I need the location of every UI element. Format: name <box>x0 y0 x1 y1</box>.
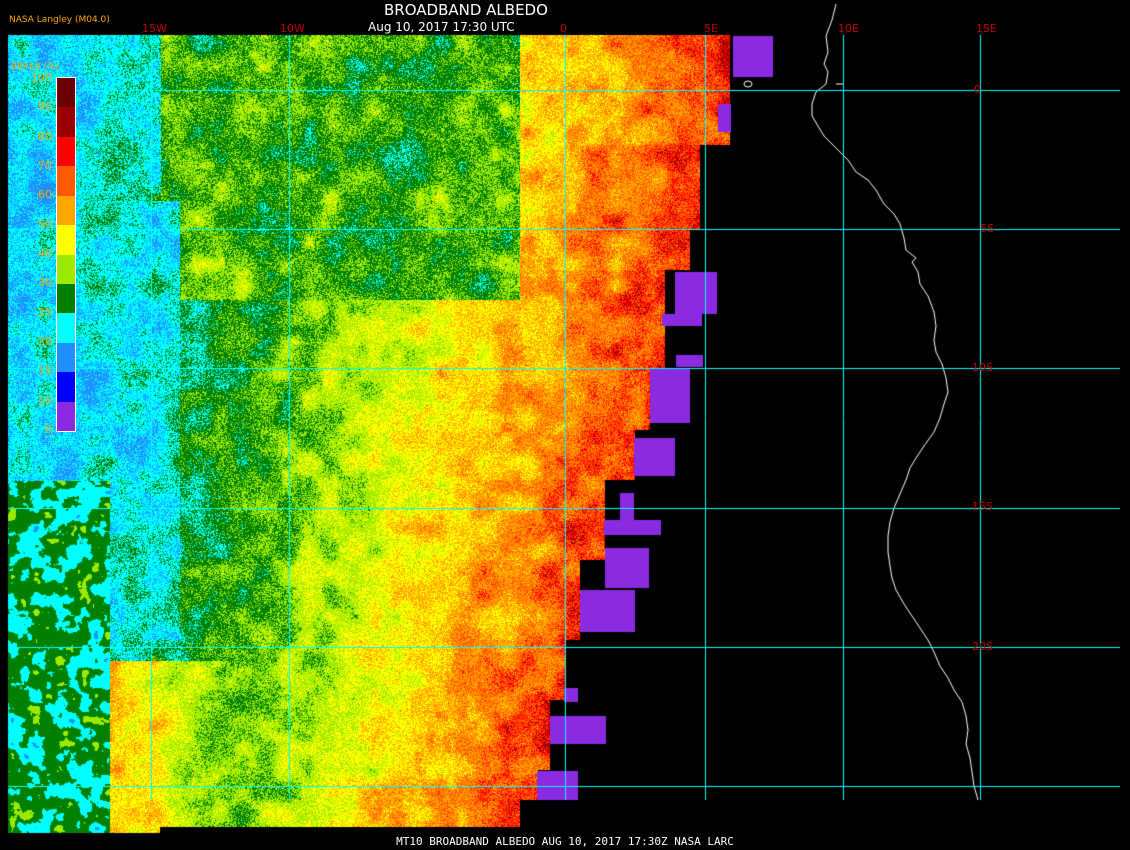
lon-label-15w: 15W <box>142 22 167 35</box>
legend-swatch <box>57 313 75 344</box>
lon-label-0: 0 <box>560 22 567 35</box>
legend-swatch <box>57 136 75 167</box>
legend-swatch <box>57 342 75 373</box>
legend-tick: 20 <box>38 335 52 348</box>
legend-tick: 50 <box>38 217 52 231</box>
legend-colorbar <box>56 77 76 432</box>
lat-label-0: 0 <box>974 83 981 96</box>
legend-tick: 25 <box>38 305 52 319</box>
source-label: NASA Langley (M04.0) <box>9 15 110 25</box>
lon-label-5e: 5E <box>704 22 718 35</box>
legend-tick: 90 <box>38 100 52 114</box>
footer-caption: MT10 BROADBAND ALBEDO AUG 10, 2017 17:30… <box>396 835 734 848</box>
lat-label-5s: 5S <box>980 222 994 235</box>
albedo-map-image <box>0 0 1130 850</box>
lon-label-10e: 10E <box>838 22 859 35</box>
lat-label-10s: 10S <box>972 361 993 374</box>
legend-swatch <box>57 78 75 108</box>
legend-tick: 70 <box>38 159 52 172</box>
legend-swatch <box>57 283 75 314</box>
legend-tick: 100 <box>31 71 52 84</box>
legend-tick: 40 <box>38 247 52 260</box>
map-title: BROADBAND ALBEDO <box>384 1 548 19</box>
legend-swatch <box>57 225 75 255</box>
legend-swatch <box>57 166 75 197</box>
legend-tick: 30 <box>38 276 52 290</box>
map-subtitle: Aug 10, 2017 17:30 UTC <box>368 20 515 34</box>
legend-tick: 80 <box>38 129 52 143</box>
legend-swatch <box>57 254 75 285</box>
legend-swatch <box>57 401 75 432</box>
legend-swatch <box>57 107 75 138</box>
legend-swatch <box>57 195 75 226</box>
lat-label-15s: 15S <box>972 500 993 513</box>
lon-label-15e: 15E <box>976 22 997 35</box>
legend-tick: 60 <box>38 188 52 202</box>
legend-tick: 10 <box>38 393 52 407</box>
legend-swatch <box>57 372 75 403</box>
legend-tick: 15 <box>38 364 52 378</box>
legend-tick: 0 <box>45 423 52 436</box>
lon-label-10w: 10W <box>280 22 305 35</box>
lat-label-20s: 20S <box>972 640 993 653</box>
